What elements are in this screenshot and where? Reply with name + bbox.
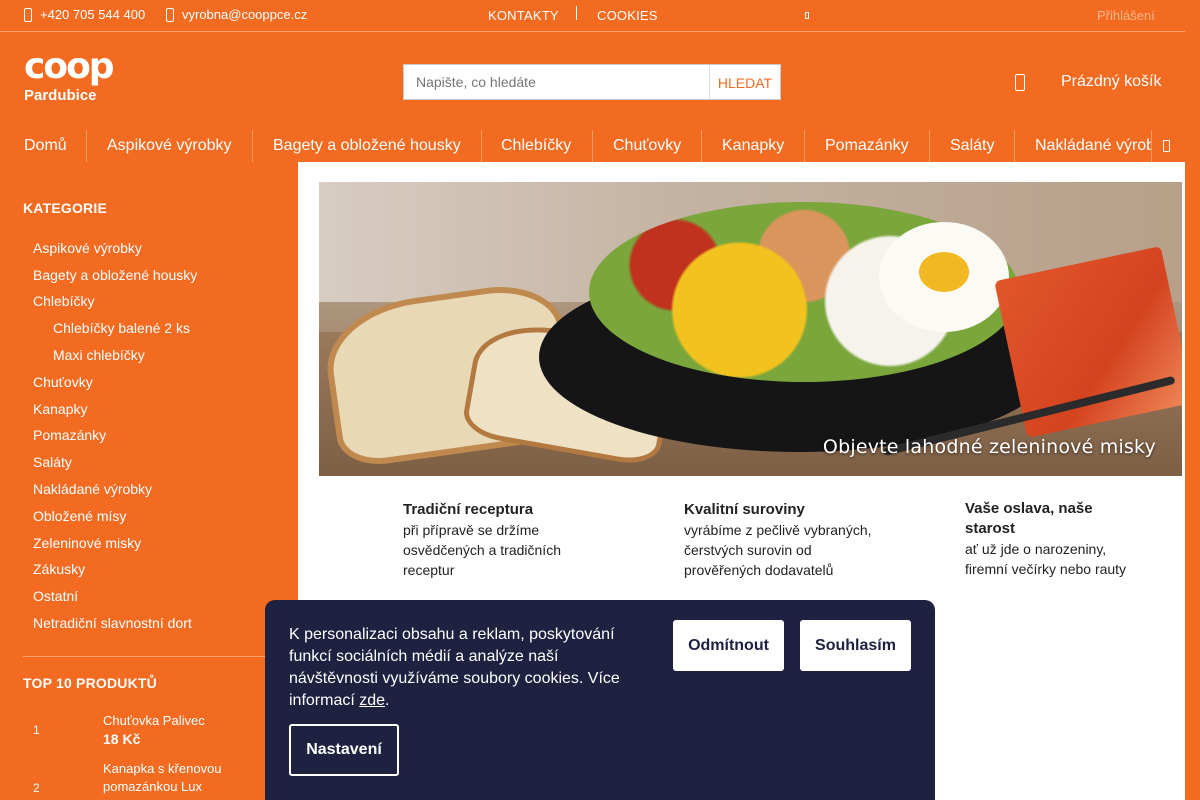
logo-wordmark: coop (24, 46, 115, 87)
cookie-consent-banner: K personalizaci obsahu a reklam, poskyto… (265, 600, 935, 800)
menu-more-icon (1163, 140, 1170, 152)
top-product-name: Kanapka s křenovou pomazánkou Lux (103, 761, 222, 794)
phone-link[interactable]: +420 705 544 400 (24, 7, 145, 22)
top-product-name: Chuťovka Palivec (103, 713, 205, 728)
top-product-rank: 2 (33, 781, 40, 795)
nav-item-home[interactable]: Domů (24, 137, 67, 155)
search-box: HLEDAT (403, 64, 781, 100)
cookies-link[interactable]: COOKIES (597, 8, 658, 23)
nav-divider (592, 130, 593, 162)
nav-divider (929, 130, 930, 162)
nav-divider (701, 130, 702, 162)
nav-item-canapes[interactable]: Kanapky (722, 137, 784, 155)
language-icon[interactable] (805, 12, 809, 19)
email-link[interactable]: vyrobna@cooppce.cz (166, 7, 307, 22)
sidebar: KATEGORIE Aspikové výrobky Bagety a oblo… (4, 162, 298, 800)
top-product-item[interactable]: 1 Chuťovka Palivec 18 Kč (23, 712, 279, 752)
envelope-icon (166, 7, 174, 22)
logo-city: Pardubice (24, 87, 97, 104)
main-nav: Domů Aspikové výrobky Bagety a obložené … (0, 130, 1185, 162)
site-header: coop Pardubice HLEDAT Prázdný košík (0, 32, 1185, 130)
feature-quality: Kvalitní suroviny vyrábíme z pečlivě vyb… (684, 500, 874, 580)
nav-item-open-sandwiches[interactable]: Chlebíčky (501, 137, 571, 155)
cookie-settings-button[interactable]: Nastavení (289, 724, 399, 776)
sidebar-divider (23, 656, 279, 657)
feature-tradition: Tradiční receptura při přípravě se držím… (403, 500, 593, 580)
contacts-link[interactable]: KONTAKTY (488, 8, 559, 23)
top-product-item[interactable]: 2 Kanapka s křenovou pomazánkou Lux (23, 760, 279, 800)
feature-title: Kvalitní suroviny (684, 501, 805, 518)
feature-title: Vaše oslava, naše starost (965, 500, 1093, 537)
phone-number: +420 705 544 400 (40, 7, 146, 22)
feature-celebration: Vaše oslava, naše starost ať už jde o na… (965, 499, 1145, 579)
category-item[interactable]: Zeleninové misky (33, 535, 141, 551)
nav-item-spreads[interactable]: Pomazánky (825, 137, 909, 155)
nav-divider (804, 130, 805, 162)
category-item[interactable]: Kanapky (33, 401, 87, 417)
cart-icon[interactable] (1015, 74, 1025, 91)
nav-more-button[interactable] (1151, 130, 1182, 162)
top-bar: +420 705 544 400 vyrobna@cooppce.cz KONT… (0, 0, 1185, 32)
subcategory-item[interactable]: Chlebíčky balené 2 ks (53, 320, 190, 336)
category-item[interactable]: Saláty (33, 454, 72, 470)
nav-divider (1014, 130, 1015, 162)
cookie-more-info-link[interactable]: zde (359, 692, 385, 709)
dressing-packet-image (994, 246, 1182, 438)
top-product-rank: 1 (33, 723, 40, 737)
nav-item-snacks[interactable]: Chuťovky (613, 137, 681, 155)
accept-button[interactable]: Souhlasím (800, 620, 911, 671)
category-item[interactable]: Zákusky (33, 561, 85, 577)
decline-button[interactable]: Odmítnout (673, 620, 784, 671)
categories-heading: KATEGORIE (23, 200, 107, 216)
nav-item-baguettes[interactable]: Bagety a obložené housky (273, 137, 461, 155)
site-logo[interactable]: coop Pardubice (24, 46, 115, 112)
cookie-message: K personalizaci obsahu a reklam, poskyto… (289, 626, 620, 709)
promo-banner[interactable]: Objevte lahodné zeleninové misky (319, 182, 1182, 476)
subcategory-item[interactable]: Maxi chlebíčky (53, 347, 145, 363)
category-item[interactable]: Ostatní (33, 588, 78, 604)
category-item[interactable]: Chuťovky (33, 374, 93, 390)
cookie-period: . (385, 692, 390, 709)
nav-divider (86, 130, 87, 162)
cookie-text: K personalizaci obsahu a reklam, poskyto… (289, 624, 639, 712)
egg-yolk-image (919, 252, 969, 292)
topbar-divider (576, 6, 577, 20)
category-item[interactable]: Bagety a obložené housky (33, 267, 197, 283)
category-item[interactable]: Nakládané výrobky (33, 481, 152, 497)
cart-link[interactable]: Prázdný košík (1061, 73, 1161, 91)
feature-text: při přípravě se držíme osvědčených a tra… (403, 522, 561, 578)
feature-title: Tradiční receptura (403, 501, 534, 518)
category-item[interactable]: Aspikové výrobky (33, 240, 142, 256)
category-item[interactable]: Obložené mísy (33, 508, 126, 524)
nav-item-aspic[interactable]: Aspikové výrobky (107, 137, 232, 155)
category-item[interactable]: Netradiční slavnostní dort (33, 615, 192, 631)
category-item[interactable]: Pomazánky (33, 427, 106, 443)
top-products-heading: TOP 10 PRODUKTŮ (23, 675, 157, 691)
search-button[interactable]: HLEDAT (710, 65, 780, 99)
login-link[interactable]: Přihlášení (1097, 8, 1155, 23)
feature-text: ať už jde o narozeniny, firemní večírky … (965, 541, 1127, 577)
phone-icon (24, 7, 32, 22)
feature-text: vyrábíme z pečlivě vybraných, čerstvých … (684, 522, 872, 578)
nav-divider (481, 130, 482, 162)
category-item[interactable]: Chlebíčky (33, 293, 94, 309)
banner-caption: Objevte lahodné zeleninové misky (822, 436, 1156, 458)
search-input[interactable] (404, 65, 709, 99)
email-address: vyrobna@cooppce.cz (182, 7, 308, 22)
top-product-price: 18 Kč (103, 731, 141, 747)
nav-divider (252, 130, 253, 162)
nav-item-salads[interactable]: Saláty (950, 137, 994, 155)
